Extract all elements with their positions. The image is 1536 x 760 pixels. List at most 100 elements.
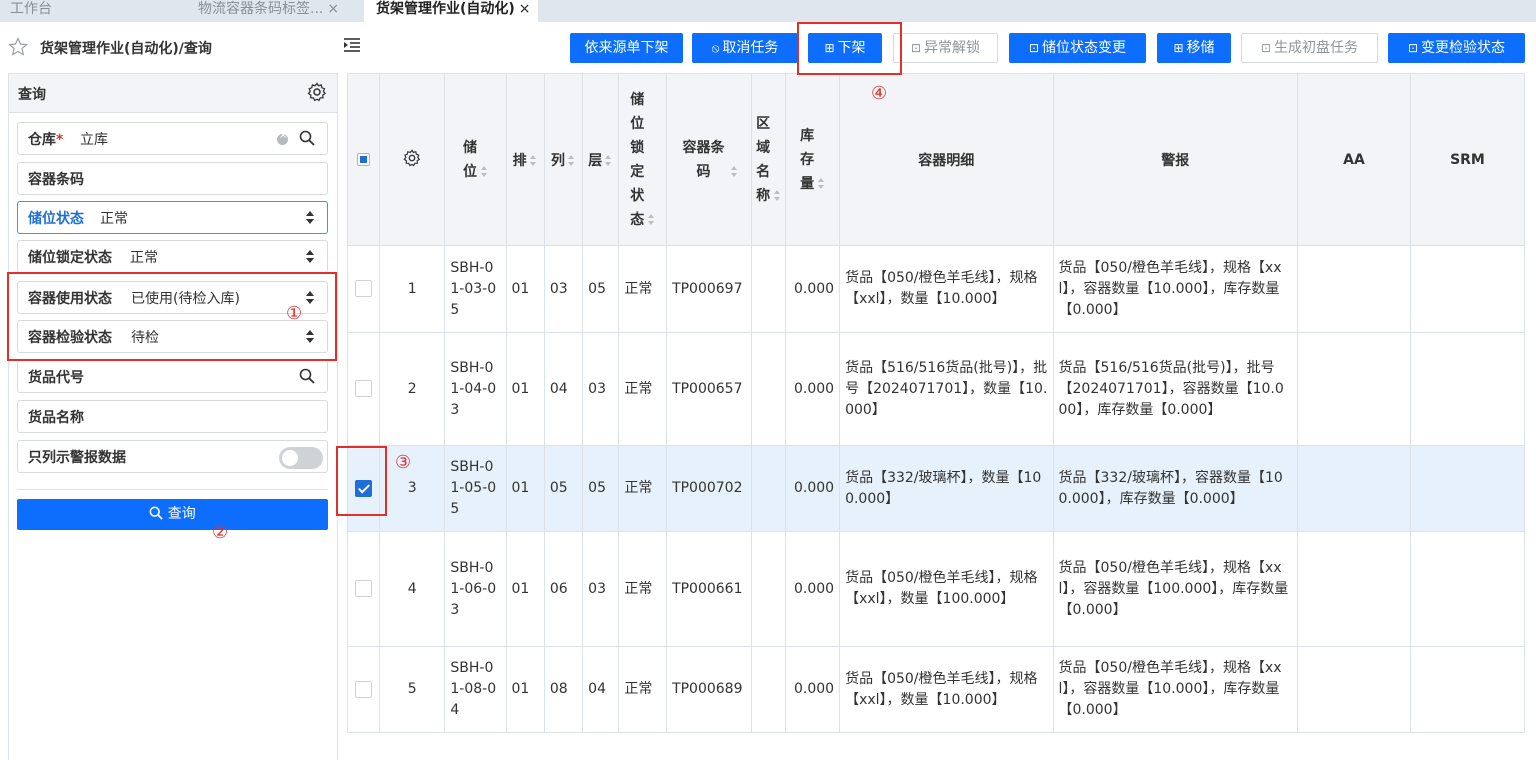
- cell-select[interactable]: [346, 646, 381, 733]
- annotation-box-unshelve: [797, 22, 902, 75]
- header-settings[interactable]: [379, 73, 446, 246]
- goods-code-field[interactable]: 货品代号: [17, 360, 328, 393]
- button-label: 储位状态变更: [1042, 40, 1127, 56]
- cell-location: SBH-01-06-03: [444, 531, 507, 647]
- star-icon[interactable]: [8, 37, 28, 57]
- cell-layer: 05: [582, 245, 620, 333]
- generate-count-task-button[interactable]: ⊡ 生成初盘任务: [1241, 33, 1378, 63]
- cell-aa: [1297, 531, 1411, 647]
- row-checkbox[interactable]: [355, 380, 373, 397]
- search-icon: [149, 506, 164, 520]
- button-label: 移储: [1186, 40, 1215, 56]
- cell-aa: [1297, 245, 1411, 333]
- cell-srm: [1409, 646, 1526, 733]
- row-checkbox[interactable]: [355, 580, 373, 597]
- cell-layer: 03: [582, 332, 620, 446]
- table-row[interactable]: 3 SBH-01-05-05 01 05 05 正常 TP000702 0.000 货品【332…: [346, 445, 1526, 532]
- goods-name-field[interactable]: 货品名称: [17, 400, 328, 433]
- header-label: SRM: [1450, 151, 1485, 168]
- menu-collapse-icon[interactable]: [343, 37, 361, 53]
- row-checkbox[interactable]: [355, 280, 373, 297]
- header-select-all[interactable]: [346, 73, 381, 246]
- cell-row: 01: [505, 245, 545, 333]
- sort-icon[interactable]: [605, 154, 613, 167]
- annotation-box-checkbox: [336, 446, 387, 516]
- tab-workbench[interactable]: 工作台: [0, 0, 170, 22]
- clear-icon[interactable]: [277, 130, 288, 145]
- header-srm[interactable]: SRM: [1409, 73, 1526, 246]
- cell-detail: 货品【516/516货品(批号)】，批号【2024071701】，数量【10.0…: [839, 332, 1054, 446]
- location-status-change-button[interactable]: ⊡ 储位状态变更: [1009, 33, 1146, 63]
- location-lock-status-select[interactable]: 储位锁定状态 正常: [17, 240, 328, 273]
- select-all-checkbox[interactable]: [357, 153, 371, 166]
- header-stock[interactable]: 库存量: [785, 73, 841, 246]
- change-inspection-status-button[interactable]: ⊡ 变更检验状态: [1388, 33, 1525, 63]
- source-order-unshelve-button[interactable]: 依来源单下架: [570, 33, 683, 63]
- row-checkbox[interactable]: [355, 680, 373, 698]
- header-area[interactable]: 区域名称: [751, 73, 787, 246]
- cell-row: 01: [505, 445, 545, 532]
- header-lock-status[interactable]: 储位锁定状态: [618, 73, 668, 246]
- exception-unlock-button[interactable]: ⊡ 异常解锁: [893, 33, 998, 63]
- warehouse-field[interactable]: 仓库* 立库: [17, 122, 328, 155]
- header-col[interactable]: 列: [543, 73, 584, 246]
- table-row[interactable]: 2 SBH-01-04-03 01 04 03 正常 TP000657 0.000 货品【516…: [346, 332, 1526, 446]
- cell-col: 06: [543, 531, 584, 647]
- table-row[interactable]: 5 SBH-01-08-04 01 08 04 正常 TP000689 0.000 货品【050…: [346, 646, 1526, 733]
- header-label: 排: [512, 152, 527, 169]
- tab-shelf-management[interactable]: 货架管理作业(自动化) ×: [364, 0, 538, 22]
- cell-alarm: 货品【050/橙色羊毛线】，规格【xxl】，容器数量【100.000】，库存数量…: [1052, 531, 1299, 647]
- sort-icon[interactable]: [529, 154, 538, 167]
- cell-srm: [1409, 445, 1526, 532]
- row-number: 1: [379, 245, 446, 333]
- cell-select[interactable]: [346, 245, 381, 333]
- sort-icon[interactable]: [730, 165, 739, 178]
- cell-alarm: 货品【050/橙色羊毛线】，规格【xxl】，容器数量【10.000】，库存数量【…: [1052, 646, 1299, 733]
- header-label: AA: [1343, 151, 1365, 168]
- cell-col: 04: [543, 332, 584, 446]
- cell-stock: 0.000: [785, 445, 841, 532]
- cell-aa: [1297, 646, 1411, 733]
- warehouse-label: 仓库*: [28, 132, 64, 148]
- gear-icon[interactable]: [403, 148, 421, 167]
- header-row[interactable]: 排: [505, 73, 545, 246]
- container-code-field[interactable]: 容器条码: [17, 162, 328, 195]
- cell-layer: 04: [582, 646, 620, 733]
- tab-container-label[interactable]: 物流容器条码标签... ×: [186, 0, 361, 22]
- tab-label: 工作台: [10, 1, 52, 17]
- table-row[interactable]: 1 SBH-01-03-05 01 03 05 正常 TP000697 0.000 货品【050…: [346, 245, 1526, 333]
- header-location[interactable]: 储位: [444, 73, 507, 246]
- cancel-icon: ⦸: [711, 41, 720, 55]
- gear-icon[interactable]: [307, 82, 327, 102]
- tab-label: 物流容器条码标签...: [198, 1, 324, 17]
- sort-icon[interactable]: [567, 154, 576, 167]
- search-icon[interactable]: [299, 368, 315, 384]
- header-aa[interactable]: AA: [1297, 73, 1411, 246]
- cell-stock: 0.000: [785, 245, 841, 333]
- goods-name-label: 货品名称: [28, 410, 84, 426]
- header-alarm[interactable]: 警报: [1052, 73, 1299, 246]
- table-row[interactable]: 4 SBH-01-06-03 01 06 03 正常 TP000661 0.000 货品【050…: [346, 531, 1526, 647]
- sort-icon[interactable]: [480, 165, 489, 178]
- sort-icon[interactable]: [818, 177, 826, 190]
- location-lock-status-value: 正常: [130, 250, 158, 266]
- search-icon[interactable]: [299, 130, 315, 146]
- cell-select[interactable]: [346, 531, 381, 647]
- cell-col: 05: [543, 445, 584, 532]
- sort-icon[interactable]: [648, 213, 656, 226]
- select-arrow-icon: [305, 249, 315, 265]
- cell-row: 01: [505, 332, 545, 446]
- location-status-select[interactable]: 储位状态 正常: [17, 201, 328, 234]
- cell-select[interactable]: [346, 332, 381, 446]
- close-icon[interactable]: ×: [327, 1, 339, 17]
- header-layer[interactable]: 层: [582, 73, 620, 246]
- sort-icon[interactable]: [774, 189, 782, 202]
- row-number: 3: [379, 445, 446, 532]
- close-icon[interactable]: ×: [519, 1, 531, 17]
- cell-location: SBH-01-05-05: [444, 445, 507, 532]
- alarm-only-toggle[interactable]: [279, 447, 323, 469]
- cancel-task-button[interactable]: ⦸ 取消任务: [692, 33, 798, 63]
- header-container-code[interactable]: 容器条码: [666, 73, 753, 246]
- query-button[interactable]: 查询: [17, 499, 328, 530]
- move-storage-button[interactable]: ⊞ 移储: [1157, 33, 1231, 63]
